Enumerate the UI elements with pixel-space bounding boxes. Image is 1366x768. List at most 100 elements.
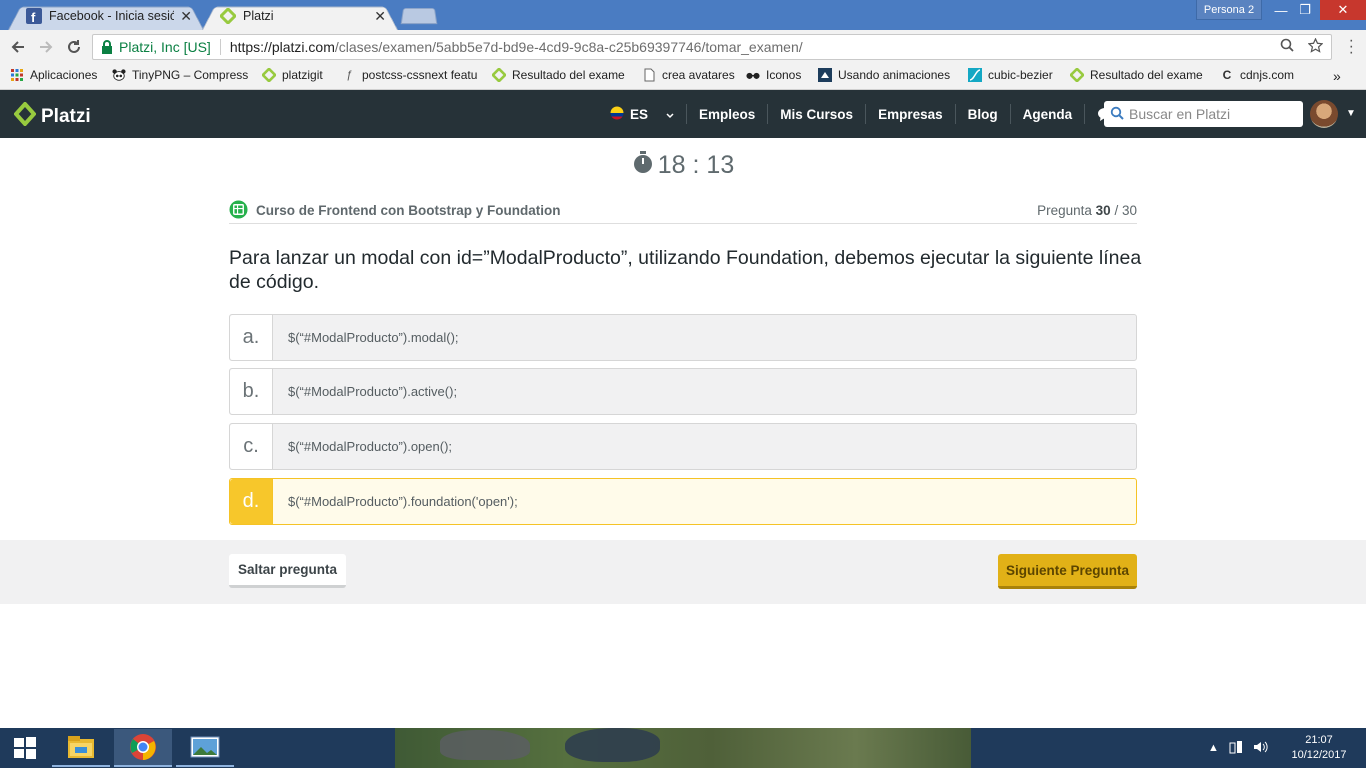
bookmark-label: cdnjs.com [1240,68,1295,82]
page-icon [642,68,656,82]
bookmark-label: Resultado del exame [1090,68,1203,82]
windows-start-icon[interactable] [0,728,50,768]
forward-arrow-icon[interactable] [34,35,58,59]
skip-question-button[interactable]: Saltar pregunta [229,554,346,588]
glasses-icon [746,68,760,82]
tab-title: Facebook - Inicia sesión o [49,9,175,23]
bookmarks-bar: Aplicaciones TinyPNG – Compress platzigi… [0,64,1366,90]
volume-icon[interactable] [1253,740,1269,757]
course-header: Curso de Frontend con Bootstrap y Founda… [229,198,1137,224]
nav-blog[interactable]: Blog [954,104,1010,124]
nav-empresas[interactable]: Empresas [865,104,955,124]
cdnjs-icon: C [1222,68,1232,82]
system-clock[interactable]: 21:07 10/12/2017 [1284,733,1354,763]
answer-option-d[interactable]: d. $(“#ModalProducto”).foundation('open'… [229,478,1137,525]
address-bar[interactable]: Platzi, Inc [US] https://platzi.com /cla… [92,34,1332,60]
file-explorer-icon[interactable] [52,729,110,767]
platzi-header: Platzi ES Empleos Mis Cursos Empresas Bl… [0,90,1366,138]
answer-text: $(“#ModalProducto”).modal(); [288,330,459,345]
answer-letter: c. [230,424,273,469]
question-current: 30 [1095,203,1111,218]
desktop-wallpaper-strip [395,728,971,768]
url-path: /clases/examen/5abb5e7d-bd9e-4cd9-9c8a-c… [334,39,803,55]
curve-icon [968,68,982,82]
course-name[interactable]: Curso de Frontend con Bootstrap y Founda… [256,203,561,218]
question-total: / 30 [1114,203,1137,218]
bookmark-label: Aplicaciones [30,68,98,82]
platzi-icon [220,8,236,24]
reload-icon[interactable] [62,35,86,59]
new-tab-button[interactable] [400,7,438,25]
star-icon[interactable] [1307,37,1324,57]
nav-mis-cursos[interactable]: Mis Cursos [767,104,865,124]
bookmark-tinypng[interactable]: TinyPNG – Compress [112,68,248,82]
answer-text: $(“#ModalProducto”).foundation('open'); [288,494,518,509]
chevron-down-icon [666,107,674,122]
bookmark-cubic-bezier[interactable]: cubic-bezier [968,68,1053,82]
divider [219,39,221,55]
bookmark-label: TinyPNG – Compress [132,68,248,82]
apps-grid-icon [10,68,24,82]
bookmark-resultado-2[interactable]: Resultado del exame [1070,68,1206,82]
site-identity[interactable]: Platzi, Inc [US] [119,39,211,55]
answer-text: $(“#ModalProducto”).active(); [288,384,458,399]
nav-empleos[interactable]: Empleos [686,104,767,124]
minimize-button[interactable]: — [1268,0,1294,20]
course-icon [229,199,248,222]
language-selector[interactable]: ES [598,104,686,124]
chevron-up-icon[interactable]: ▲ [1208,742,1219,754]
answer-option-b[interactable]: b. $(“#ModalProducto”).active(); [229,368,1137,415]
url-host: https://platzi.com [229,39,335,55]
bookmarks-overflow-button[interactable]: » [1333,68,1341,84]
stopwatch-icon [632,150,654,181]
answer-option-c[interactable]: c. $(“#ModalProducto”).open(); [229,423,1137,470]
zoom-icon[interactable] [1280,38,1294,57]
chrome-menu-icon[interactable]: · · · [1349,33,1354,61]
bookmark-usando-animaciones[interactable]: Usando animaciones [818,68,950,82]
mdn-icon [818,68,832,82]
bookmark-postcss[interactable]: ƒ postcss-cssnext featu [342,68,478,82]
bookmark-cdnjs[interactable]: C cdnjs.com [1220,68,1294,82]
bookmark-platzigit[interactable]: platzigit [262,68,323,82]
close-window-button[interactable]: ✕ [1320,0,1366,20]
search-placeholder: Buscar en Platzi [1129,106,1231,122]
bookmark-label: postcss-cssnext featu [362,68,478,82]
system-tray: ▲ [1208,728,1269,768]
profile-button[interactable]: Persona 2 [1196,0,1262,20]
question-counter: Pregunta 30 / 30 [1037,203,1137,218]
back-arrow-icon[interactable] [6,35,30,59]
tab-facebook[interactable]: f Facebook - Inicia sesión o ✕ [8,2,204,30]
network-icon[interactable] [1229,740,1243,757]
browser-titlebar: f Facebook - Inicia sesión o ✕ Platzi ✕ … [0,0,1366,30]
chevron-down-icon[interactable]: ▼ [1346,108,1356,119]
bookmark-label: crea avatares [662,68,735,82]
platzi-logo-text: Platzi [41,106,91,127]
bookmark-resultado-1[interactable]: Resultado del exame [492,68,628,82]
nav-agenda[interactable]: Agenda [1009,104,1085,124]
bookmark-label: Iconos [766,68,802,82]
avatar[interactable] [1310,100,1338,128]
bookmark-iconos[interactable]: Iconos [746,68,801,82]
search-input[interactable]: Buscar en Platzi [1104,101,1303,127]
facebook-icon: f [26,8,42,24]
question-counter-label: Pregunta [1037,203,1092,218]
maximize-button[interactable]: ❐ [1292,0,1318,20]
tab-platzi[interactable]: Platzi ✕ [202,2,398,30]
chrome-icon[interactable] [114,729,172,767]
tab-title: Platzi [243,9,274,23]
bookmark-apps[interactable]: Aplicaciones [10,68,97,82]
platzi-logo[interactable]: Platzi [13,101,91,132]
close-tab-icon[interactable]: ✕ [374,8,386,25]
photos-icon[interactable] [176,729,234,767]
colombia-flag-icon [610,106,624,123]
main-nav: ES Empleos Mis Cursos Empresas Blog Agen… [598,90,1164,138]
platzi-icon [262,68,276,82]
clock-time: 21:07 [1305,734,1333,746]
platzi-logo-icon [13,101,37,132]
close-tab-icon[interactable]: ✕ [180,8,192,25]
answer-option-a[interactable]: a. $(“#ModalProducto”).modal(); [229,314,1137,361]
lock-icon [101,40,113,54]
bookmark-label: Resultado del exame [512,68,625,82]
next-question-button[interactable]: Siguiente Pregunta [998,554,1137,589]
bookmark-crea-avatares[interactable]: crea avatares [642,68,735,82]
